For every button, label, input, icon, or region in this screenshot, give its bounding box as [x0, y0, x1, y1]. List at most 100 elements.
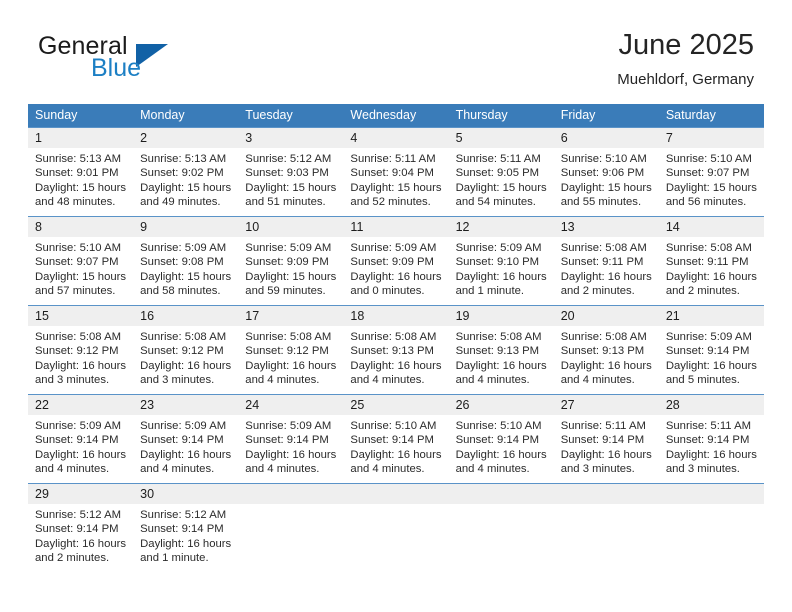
day-number[interactable]: 13 [554, 217, 659, 237]
day-number[interactable]: 1 [28, 128, 133, 148]
day-cell[interactable]: Sunrise: 5:10 AM Sunset: 9:07 PM Dayligh… [28, 237, 133, 305]
day-cell[interactable]: Sunrise: 5:11 AM Sunset: 9:04 PM Dayligh… [343, 148, 448, 216]
day-cell[interactable]: Sunrise: 5:13 AM Sunset: 9:01 PM Dayligh… [28, 148, 133, 216]
sunrise-text: Sunrise: 5:09 AM [665, 331, 752, 343]
daylight-text-line1: Daylight: 15 hours [35, 270, 127, 283]
daylight-text-line1: Daylight: 16 hours [665, 448, 757, 461]
day-number[interactable]: 11 [343, 217, 448, 237]
day-number[interactable]: 2 [133, 128, 238, 148]
day-cell-empty [449, 504, 554, 572]
day-cell[interactable]: Sunrise: 5:10 AM Sunset: 9:14 PM Dayligh… [343, 415, 448, 483]
day-number[interactable]: 30 [133, 484, 238, 504]
general-blue-logo[interactable]: General Blue [38, 32, 278, 90]
day-number[interactable]: 9 [133, 217, 238, 237]
day-cell[interactable]: Sunrise: 5:08 AM Sunset: 9:12 PM Dayligh… [238, 326, 343, 394]
day-cell[interactable]: Sunrise: 5:10 AM Sunset: 9:06 PM Dayligh… [554, 148, 659, 216]
sunset-text: Sunset: 9:08 PM [140, 256, 224, 269]
day-number[interactable]: 6 [554, 128, 659, 148]
sunrise-text: Sunrise: 5:09 AM [140, 242, 227, 254]
sunrise-text: Sunrise: 5:09 AM [350, 242, 437, 254]
day-number[interactable]: 17 [238, 306, 343, 326]
sunset-text: Sunset: 9:14 PM [35, 434, 119, 447]
daylight-text-line1: Daylight: 16 hours [560, 270, 652, 283]
day-cell[interactable]: Sunrise: 5:08 AM Sunset: 9:12 PM Dayligh… [28, 326, 133, 394]
page-title: June 2025 [618, 29, 754, 61]
day-cell[interactable]: Sunrise: 5:09 AM Sunset: 9:08 PM Dayligh… [133, 237, 238, 305]
day-cell[interactable]: Sunrise: 5:09 AM Sunset: 9:14 PM Dayligh… [659, 326, 764, 394]
day-cell[interactable]: Sunrise: 5:09 AM Sunset: 9:14 PM Dayligh… [28, 415, 133, 483]
day-cell[interactable]: Sunrise: 5:12 AM Sunset: 9:03 PM Dayligh… [238, 148, 343, 216]
weekday-header-monday: Monday [140, 108, 185, 122]
day-number[interactable]: 4 [343, 128, 448, 148]
day-cell[interactable]: Sunrise: 5:11 AM Sunset: 9:14 PM Dayligh… [554, 415, 659, 483]
sunset-text: Sunset: 9:14 PM [455, 434, 540, 447]
sunset-text: Sunset: 9:14 PM [665, 434, 750, 447]
day-cell[interactable]: Sunrise: 5:08 AM Sunset: 9:11 PM Dayligh… [554, 237, 659, 305]
week-daynumber-row: 22 23 24 25 26 27 28 [28, 395, 764, 415]
day-cell[interactable]: Sunrise: 5:08 AM Sunset: 9:12 PM Dayligh… [133, 326, 238, 394]
day-cell[interactable]: Sunrise: 5:09 AM Sunset: 9:09 PM Dayligh… [343, 237, 448, 305]
day-number[interactable]: 28 [659, 395, 764, 415]
day-cell[interactable]: Sunrise: 5:12 AM Sunset: 9:14 PM Dayligh… [28, 504, 133, 572]
day-number[interactable]: 25 [343, 395, 448, 415]
day-cell[interactable]: Sunrise: 5:11 AM Sunset: 9:05 PM Dayligh… [449, 148, 554, 216]
day-number[interactable]: 23 [133, 395, 238, 415]
daylight-text-line1: Daylight: 15 hours [455, 181, 547, 194]
day-number[interactable]: 20 [554, 306, 659, 326]
day-cell[interactable]: Sunrise: 5:08 AM Sunset: 9:13 PM Dayligh… [449, 326, 554, 394]
week-detail-row: Sunrise: 5:12 AM Sunset: 9:14 PM Dayligh… [28, 504, 764, 572]
daylight-text-line1: Daylight: 16 hours [140, 448, 232, 461]
day-cell[interactable]: Sunrise: 5:08 AM Sunset: 9:13 PM Dayligh… [343, 326, 448, 394]
daylight-text-line2: and 0 minutes. [350, 285, 425, 298]
week-daynumber-row: 29 30 [28, 484, 764, 504]
day-cell[interactable]: Sunrise: 5:08 AM Sunset: 9:11 PM Dayligh… [659, 237, 764, 305]
day-cell[interactable]: Sunrise: 5:09 AM Sunset: 9:14 PM Dayligh… [133, 415, 238, 483]
day-cell[interactable]: Sunrise: 5:09 AM Sunset: 9:10 PM Dayligh… [449, 237, 554, 305]
day-number[interactable]: 27 [554, 395, 659, 415]
daylight-text-line2: and 4 minutes. [35, 463, 110, 476]
day-cell[interactable]: Sunrise: 5:10 AM Sunset: 9:14 PM Dayligh… [449, 415, 554, 483]
day-cell[interactable]: Sunrise: 5:08 AM Sunset: 9:13 PM Dayligh… [554, 326, 659, 394]
day-number[interactable]: 21 [659, 306, 764, 326]
calendar-week-row: 15 16 17 18 19 20 21 Sunrise: 5:08 AM Su… [28, 305, 764, 394]
daylight-text-line1: Daylight: 16 hours [455, 448, 547, 461]
day-number[interactable]: 26 [449, 395, 554, 415]
weekday-header-row: Sunday Monday Tuesday Wednesday Thursday… [28, 104, 764, 127]
day-number[interactable]: 12 [449, 217, 554, 237]
day-number[interactable]: 3 [238, 128, 343, 148]
page-subtitle: Muehldorf, Germany [617, 71, 754, 88]
day-number[interactable]: 14 [659, 217, 764, 237]
sunset-text: Sunset: 9:14 PM [245, 434, 329, 447]
day-cell[interactable]: Sunrise: 5:09 AM Sunset: 9:14 PM Dayligh… [238, 415, 343, 483]
sunset-text: Sunset: 9:10 PM [455, 256, 540, 269]
day-number[interactable]: 18 [343, 306, 448, 326]
day-cell-empty [659, 504, 764, 572]
day-number[interactable]: 19 [449, 306, 554, 326]
day-number[interactable]: 5 [449, 128, 554, 148]
sunrise-text: Sunrise: 5:11 AM [560, 420, 646, 432]
day-cell[interactable]: Sunrise: 5:09 AM Sunset: 9:09 PM Dayligh… [238, 237, 343, 305]
day-cell[interactable]: Sunrise: 5:10 AM Sunset: 9:07 PM Dayligh… [659, 148, 764, 216]
daylight-text-line2: and 55 minutes. [560, 196, 642, 209]
day-cell[interactable]: Sunrise: 5:13 AM Sunset: 9:02 PM Dayligh… [133, 148, 238, 216]
weekday-header-friday: Friday [560, 108, 596, 122]
day-cell[interactable]: Sunrise: 5:11 AM Sunset: 9:14 PM Dayligh… [659, 415, 764, 483]
day-number[interactable]: 8 [28, 217, 133, 237]
day-number[interactable]: 22 [28, 395, 133, 415]
day-number[interactable]: 29 [28, 484, 133, 504]
week-daynumber-row: 8 9 10 11 12 13 14 [28, 217, 764, 237]
daylight-text-line1: Daylight: 16 hours [140, 359, 232, 372]
sunrise-text: Sunrise: 5:10 AM [455, 420, 542, 432]
day-cell[interactable]: Sunrise: 5:12 AM Sunset: 9:14 PM Dayligh… [133, 504, 238, 572]
day-number[interactable]: 15 [28, 306, 133, 326]
day-number[interactable]: 10 [238, 217, 343, 237]
day-number[interactable]: 24 [238, 395, 343, 415]
sunset-text: Sunset: 9:14 PM [560, 434, 645, 447]
day-number[interactable]: 16 [133, 306, 238, 326]
sunset-text: Sunset: 9:13 PM [560, 345, 645, 358]
page-header: General Blue June 2025 Muehldorf, German… [0, 0, 792, 104]
daylight-text-line2: and 54 minutes. [455, 196, 536, 209]
day-number[interactable]: 7 [659, 128, 764, 148]
day-cell-empty [343, 504, 448, 572]
daylight-text-line2: and 3 minutes. [140, 374, 215, 387]
